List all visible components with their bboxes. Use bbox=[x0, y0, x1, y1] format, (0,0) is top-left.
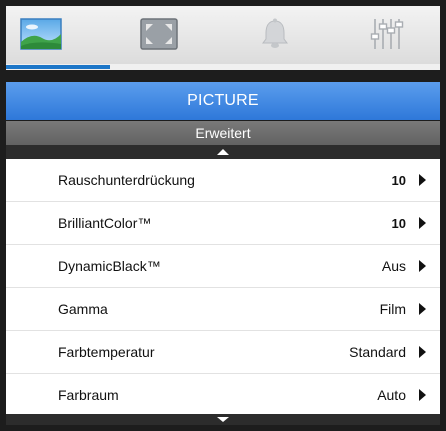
chevron-right-icon[interactable] bbox=[419, 174, 426, 186]
bell-icon bbox=[262, 18, 288, 48]
tab-picture[interactable] bbox=[20, 14, 62, 54]
chevron-right-icon[interactable] bbox=[419, 260, 426, 272]
chevron-right-icon[interactable] bbox=[419, 303, 426, 315]
menu-row-dynamicblack[interactable]: DynamicBlack™ Aus bbox=[6, 245, 440, 288]
submenu-title: Erweitert bbox=[195, 125, 251, 141]
scroll-down-bar[interactable] bbox=[6, 414, 440, 425]
menu-row-label: DynamicBlack™ bbox=[58, 258, 161, 274]
osd-menu: PICTURE Erweitert Rauschunterdrückung 10… bbox=[0, 0, 446, 431]
picture-icon bbox=[20, 18, 62, 50]
menu-list: Rauschunterdrückung 10 BrilliantColor™ 1… bbox=[6, 159, 440, 414]
chevron-right-icon[interactable] bbox=[419, 217, 426, 229]
menu-row-label: Farbraum bbox=[58, 387, 119, 403]
menu-row-label: Gamma bbox=[58, 301, 108, 317]
tab-system[interactable] bbox=[254, 14, 296, 54]
menu-row-noise-reduction[interactable]: Rauschunterdrückung 10 bbox=[6, 159, 440, 202]
menu-row-value: 10 bbox=[391, 216, 406, 231]
scroll-down-icon bbox=[217, 417, 229, 422]
submenu-title-bar: Erweitert bbox=[6, 121, 440, 145]
menu-row-value: Film bbox=[379, 301, 406, 317]
chevron-right-icon[interactable] bbox=[419, 346, 426, 358]
scroll-up-bar[interactable] bbox=[6, 145, 440, 159]
menu-row-brilliantcolor[interactable]: BrilliantColor™ 10 bbox=[6, 202, 440, 245]
menu-row-label: BrilliantColor™ bbox=[58, 215, 152, 231]
menu-row-gamma[interactable]: Gamma Film bbox=[6, 288, 440, 331]
menu-row-color-space[interactable]: Farbraum Auto bbox=[6, 374, 440, 416]
menu-row-value: Aus bbox=[381, 258, 406, 274]
tab-setup[interactable] bbox=[366, 14, 408, 54]
menu-row-value: Auto bbox=[377, 387, 406, 403]
menu-row-color-temperature[interactable]: Farbtemperatur Standard bbox=[6, 331, 440, 374]
menu-tab-bar bbox=[6, 6, 440, 64]
tab-display[interactable] bbox=[138, 14, 180, 54]
chevron-right-icon[interactable] bbox=[419, 389, 426, 401]
menu-row-label: Rauschunterdrückung bbox=[58, 172, 195, 188]
menu-progress-fill bbox=[6, 65, 111, 69]
scroll-up-icon bbox=[217, 149, 229, 155]
menu-row-label: Farbtemperatur bbox=[58, 344, 155, 360]
menu-row-value: Standard bbox=[349, 344, 406, 360]
menu-title-bar: PICTURE bbox=[6, 82, 440, 120]
menu-row-value: 10 bbox=[391, 173, 406, 188]
page-title: PICTURE bbox=[187, 92, 259, 109]
settings-sliders-icon bbox=[370, 19, 404, 49]
display-icon bbox=[140, 18, 178, 50]
divider bbox=[6, 70, 440, 82]
